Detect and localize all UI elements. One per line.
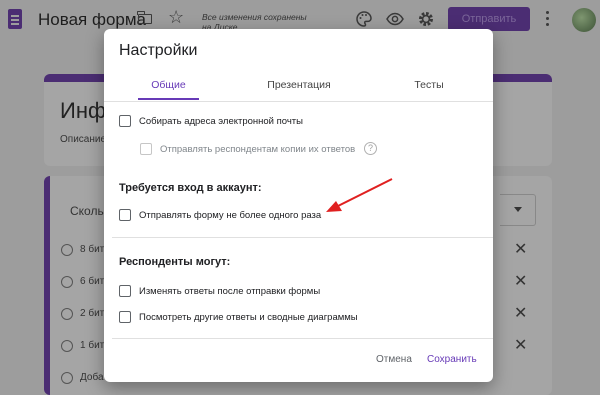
more-vert-icon[interactable] (546, 11, 550, 27)
remove-option-icon: ✕ (514, 305, 528, 322)
form-icon[interactable] (8, 9, 22, 29)
tabs-divider (104, 101, 493, 102)
eye-icon[interactable] (385, 9, 405, 29)
send-copies-checkbox (140, 143, 152, 155)
remove-option-icon: ✕ (514, 273, 528, 290)
option-radio (61, 372, 73, 384)
option-label: 8 бит (80, 244, 105, 255)
send-copies-label: Отправлять респондентам копии их ответов (160, 144, 356, 155)
tab-general[interactable]: Общие (138, 79, 199, 91)
help-icon[interactable]: ? (364, 142, 377, 155)
tab-quizzes[interactable]: Тесты (399, 79, 459, 91)
remove-option-icon: ✕ (514, 337, 528, 354)
option-label: 6 бит (80, 276, 105, 287)
settings-dialog: Настройки Общие Презентация Тесты Собира… (104, 29, 493, 382)
active-tab-indicator (138, 98, 199, 100)
palette-icon[interactable] (354, 9, 374, 29)
option-radio (61, 244, 73, 256)
option-radio (61, 308, 73, 320)
star-icon[interactable]: ☆ (168, 8, 184, 26)
add-option-label: Доба (80, 372, 104, 383)
collect-emails-label: Собирать адреса электронной почты (139, 116, 303, 127)
form-title[interactable]: Новая форма (38, 10, 146, 30)
option-radio (61, 276, 73, 288)
limit-one-response-label: Отправлять форму не более одного раза (139, 210, 322, 221)
avatar[interactable] (572, 8, 596, 32)
folder-icon[interactable] (137, 11, 152, 24)
cancel-button[interactable]: Отмена (376, 354, 412, 365)
option-label: 1 бит (80, 340, 105, 351)
dialog-title: Настройки (119, 42, 198, 59)
edit-after-submit-label: Изменять ответы после отправки формы (139, 286, 321, 297)
option-radio (61, 340, 73, 352)
see-summary-label: Посмотреть другие ответы и сводные диагр… (139, 312, 358, 323)
section-divider (112, 237, 493, 238)
gear-icon[interactable] (416, 9, 436, 29)
save-button[interactable]: Сохранить (427, 354, 477, 365)
login-section-title: Требуется вход в аккаунт: (119, 182, 262, 194)
footer-divider (112, 338, 493, 339)
send-button[interactable]: Отправить (448, 7, 530, 31)
respondents-section-title: Респонденты могут: (119, 256, 231, 268)
question-type-select (500, 194, 536, 226)
tab-presentation[interactable]: Презентация (254, 79, 344, 91)
collect-emails-checkbox[interactable] (119, 115, 131, 127)
limit-one-response-checkbox[interactable] (119, 209, 131, 221)
see-summary-checkbox[interactable] (119, 311, 131, 323)
edit-after-submit-checkbox[interactable] (119, 285, 131, 297)
form-heading: Инф (60, 98, 107, 123)
question-text: Сколь (70, 204, 104, 218)
remove-option-icon: ✕ (514, 241, 528, 258)
form-description: Описание (60, 134, 107, 145)
option-label: 2 бит (80, 308, 105, 319)
